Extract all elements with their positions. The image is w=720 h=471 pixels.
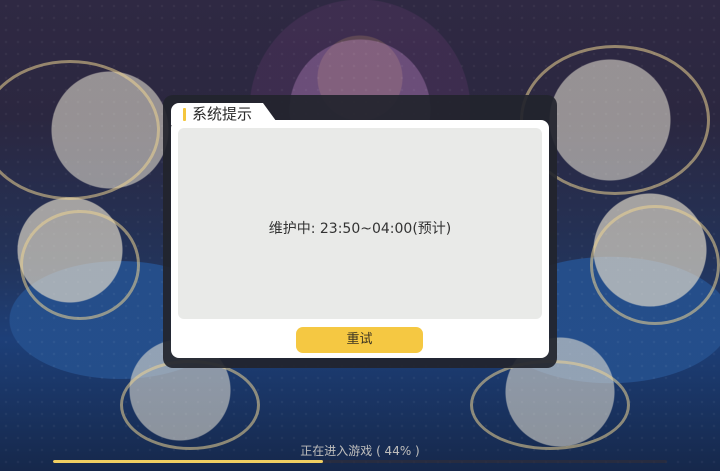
loading-status-text: 正在进入游戏 ( 44% ) — [300, 444, 420, 458]
loading-progress-fill — [53, 460, 324, 463]
game-loading-screen: 系统提示 维护中: 23:50~04:00(预计) 重试 正在进入游戏 ( 44… — [0, 0, 720, 471]
dialog-title: 系统提示 — [192, 105, 253, 123]
maintenance-message: 维护中: 23:50~04:00(预计) — [268, 221, 452, 237]
background-wave-pattern — [470, 360, 630, 450]
retry-button[interactable]: 重试 — [296, 327, 423, 353]
background-wave-pattern — [120, 360, 260, 450]
background-wave-pattern — [590, 205, 720, 325]
title-accent-mark — [183, 108, 186, 121]
background-wave-pattern — [20, 210, 140, 320]
background-wave-pattern — [0, 60, 160, 200]
message-panel: 维护中: 23:50~04:00(预计) — [178, 128, 542, 319]
dialog-title-tab: 系统提示 — [171, 103, 279, 125]
system-notice-dialog: 系统提示 维护中: 23:50~04:00(预计) 重试 — [163, 95, 557, 368]
loading-progress-bar — [53, 460, 667, 463]
